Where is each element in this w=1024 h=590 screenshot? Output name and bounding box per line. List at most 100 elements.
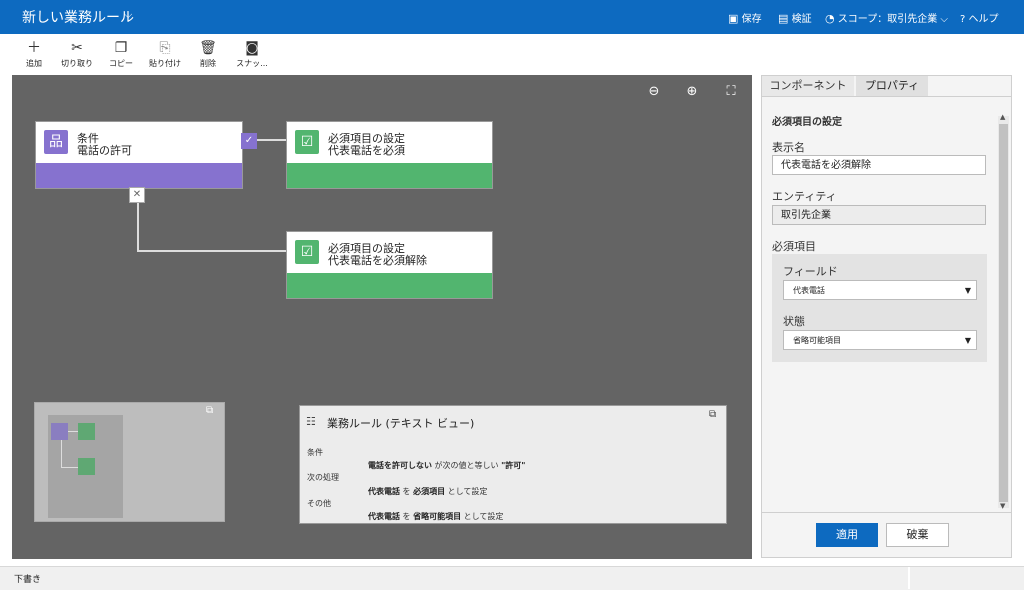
zoom-out-icon[interactable]: ⊖	[647, 84, 661, 99]
tab-components[interactable]: コンポーネント	[762, 76, 854, 96]
minimap-connector	[61, 467, 78, 468]
display-name-label: 表示名	[772, 141, 805, 154]
apply-button[interactable]: 適用	[816, 523, 878, 547]
tv-text: として設定	[461, 512, 504, 521]
paste-button[interactable]: ⎘ 貼り付け	[145, 40, 185, 69]
action-node-required[interactable]: ☑ 必須項目の設定 代表電話を必須	[286, 121, 493, 189]
display-name-input[interactable]: 代表電話を必須解除	[772, 155, 986, 175]
condition-node-bar	[36, 163, 242, 188]
minimap-connector	[61, 440, 62, 468]
entity-label: エンティティ	[772, 190, 837, 203]
camera-icon: ◙	[245, 40, 259, 56]
text-view-row: 電話を許可しない が次の値と等しい "許可"	[368, 460, 525, 471]
condition-icon: 品	[44, 130, 68, 154]
text-view-icon: ☷	[306, 415, 316, 428]
expand-icon[interactable]: ⧉	[709, 409, 716, 420]
tv-value: "許可"	[501, 461, 526, 470]
action-node-bar	[287, 273, 492, 298]
state-label: 状態	[783, 315, 805, 328]
minimap-condition	[51, 423, 68, 440]
minimap-connector	[68, 431, 78, 432]
panel-footer-divider	[762, 512, 1011, 513]
text-view-title: 業務ルール (テキスト ビュー)	[327, 417, 475, 430]
connector-false-horizontal	[137, 250, 287, 252]
scrollbar-thumb[interactable]	[999, 124, 1008, 502]
paste-label: 貼り付け	[149, 59, 181, 68]
snapshot-button[interactable]: ◙ スナッ...	[232, 40, 272, 69]
action-node-not-required[interactable]: ☑ 必須項目の設定 代表電話を必須解除	[286, 231, 493, 299]
help-icon: ?	[960, 14, 966, 25]
entity-field: 取引先企業	[772, 205, 986, 225]
scroll-down-icon[interactable]: ▼	[1000, 502, 1005, 510]
state-select-value: 省略可能項目	[793, 336, 841, 345]
discard-button[interactable]: 破棄	[886, 523, 949, 547]
field-select[interactable]: 代表電話 ▼	[783, 280, 977, 300]
required-label: 必須項目	[772, 240, 816, 253]
action-node-name: 代表電話を必須	[328, 144, 405, 157]
validate-button[interactable]: ▤ 検証	[778, 10, 812, 25]
status-bar	[0, 566, 1024, 590]
copy-icon: ❐	[114, 40, 128, 56]
minimap-action-2	[78, 458, 95, 475]
chevron-down-icon[interactable]: ⌵	[124, 8, 132, 22]
trash-icon: 🗑	[199, 40, 217, 56]
scissors-icon: ✂	[71, 40, 83, 56]
delete-label: 削除	[200, 59, 216, 68]
add-label: 追加	[26, 59, 42, 68]
tv-field: 代表電話	[368, 487, 400, 496]
validate-label: 検証	[791, 14, 812, 25]
state-select[interactable]: 省略可能項目 ▼	[783, 330, 977, 350]
add-button[interactable]: ＋ 追加	[14, 40, 54, 69]
dropdown-arrow-icon: ▼	[964, 286, 971, 295]
scope-icon: ◔	[825, 12, 835, 25]
help-button[interactable]: ? ヘルプ	[960, 10, 999, 25]
plus-icon: ＋	[27, 40, 41, 56]
cut-label: 切り取り	[61, 59, 93, 68]
zoom-in-icon[interactable]: ⊕	[685, 84, 699, 99]
text-view-label-then: 次の処理	[307, 473, 339, 482]
dropdown-arrow-icon: ▼	[964, 336, 971, 345]
status-text: 下書き	[14, 575, 42, 585]
tv-field: 電話を許可しない	[368, 461, 432, 470]
copy-label: コピー	[109, 59, 133, 68]
tv-text: を	[400, 512, 414, 521]
fit-icon[interactable]: ⛶	[724, 84, 738, 99]
text-view-label-condition: 条件	[307, 448, 323, 457]
paste-icon: ⎘	[159, 40, 171, 56]
tv-text: を	[400, 487, 414, 496]
delete-button[interactable]: 🗑 削除	[188, 40, 228, 69]
snapshot-label: スナッ...	[236, 59, 268, 68]
tab-properties[interactable]: プロパティ	[856, 76, 928, 96]
tv-field: 代表電話	[368, 512, 400, 521]
condition-node-name: 電話の許可	[77, 144, 132, 157]
text-view-row: 代表電話 を 省略可能項目 として設定	[368, 511, 503, 522]
field-label: フィールド	[783, 265, 838, 278]
scroll-up-icon[interactable]: ▲	[1000, 113, 1005, 121]
check-icon[interactable]: ✓	[241, 133, 257, 149]
expand-icon[interactable]: ⧉	[206, 405, 218, 417]
action-node-bar	[287, 163, 492, 188]
chevron-down-icon: ⌵	[940, 14, 948, 25]
field-select-value: 代表電話	[793, 286, 825, 295]
checkbox-icon: ☑	[295, 240, 319, 264]
cut-button[interactable]: ✂ 切り取り	[57, 40, 97, 69]
help-label: ヘルプ	[968, 14, 999, 25]
save-label: 保存	[741, 14, 762, 25]
tv-value: 省略可能項目	[413, 512, 462, 521]
text-view-label-else: その他	[307, 499, 331, 508]
text-view-row: 代表電話 を 必須項目 として設定	[368, 486, 487, 497]
validate-icon: ▤	[778, 12, 789, 25]
save-button[interactable]: ▣ 保存	[728, 10, 762, 25]
tv-text: として設定	[445, 487, 488, 496]
condition-node[interactable]: 品 条件 電話の許可	[35, 121, 243, 189]
status-divider	[908, 567, 910, 589]
tab-divider	[762, 96, 1011, 97]
save-icon: ▣	[728, 12, 739, 25]
copy-button[interactable]: ❐ コピー	[101, 40, 141, 69]
checkbox-icon: ☑	[295, 130, 319, 154]
tv-value: 必須項目	[413, 487, 446, 496]
scope-dropdown[interactable]: ◔ スコープ：取引先企業 ⌵	[825, 10, 948, 25]
close-icon[interactable]: ✕	[129, 187, 145, 203]
app-title[interactable]: 新しい業務ルール	[22, 7, 134, 27]
action-node-name: 代表電話を必須解除	[328, 254, 427, 267]
